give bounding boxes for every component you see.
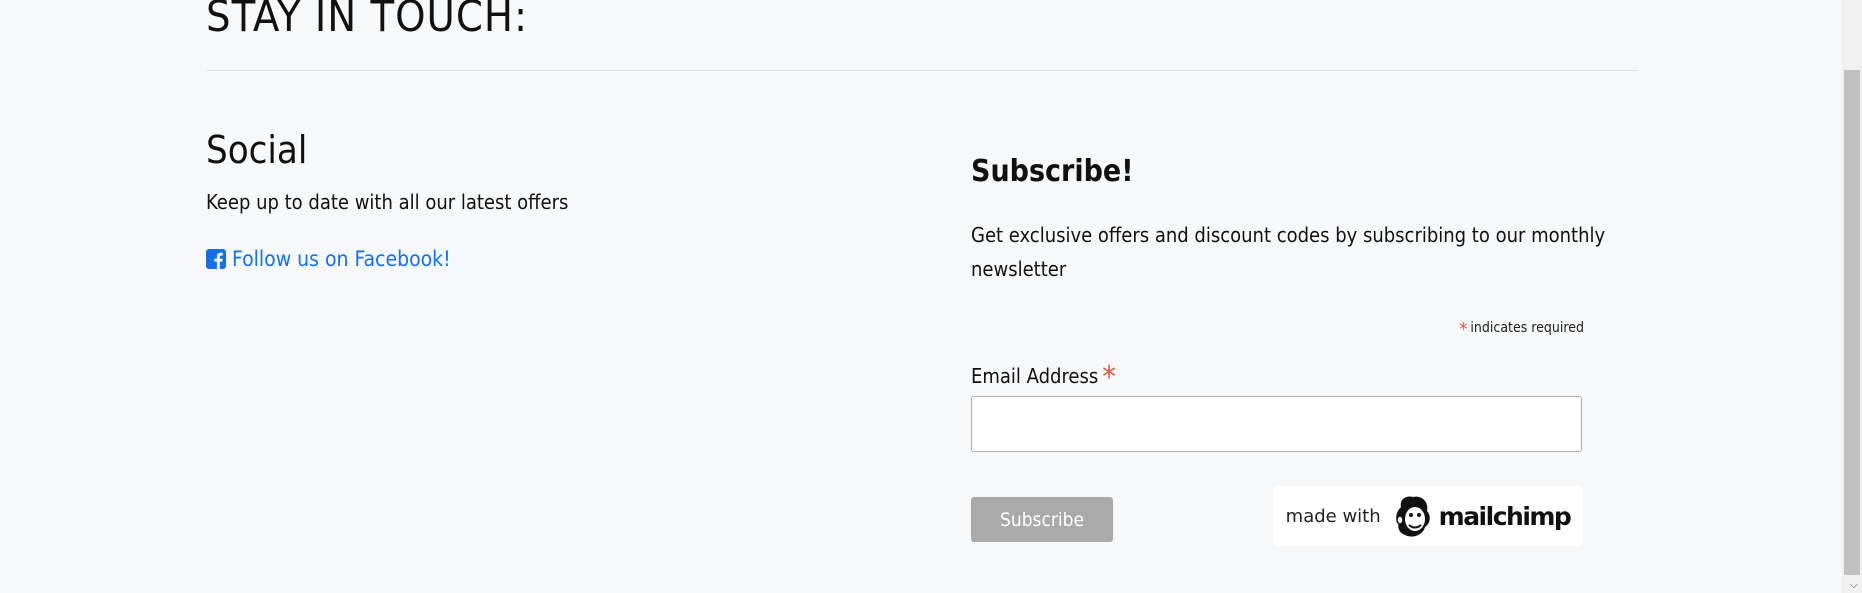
required-note-text: indicates required: [1470, 320, 1584, 336]
subscribe-button[interactable]: Subscribe: [971, 497, 1113, 542]
facebook-link-label: Follow us on Facebook!: [232, 247, 451, 271]
mailchimp-badge[interactable]: made with mailchimp: [1273, 486, 1583, 546]
email-label-text: Email Address: [971, 364, 1099, 388]
mailchimp-wordmark: mailchimp: [1438, 501, 1572, 531]
divider: [206, 70, 1638, 71]
facebook-link[interactable]: Follow us on Facebook!: [206, 247, 451, 271]
scrollbar[interactable]: ⌵: [1842, 0, 1862, 593]
subscribe-heading: Subscribe!: [971, 154, 1134, 189]
mailchimp-freddie-icon: [1391, 493, 1435, 539]
social-description: Keep up to date with all our latest offe…: [206, 190, 569, 214]
required-asterisk: *: [1459, 319, 1468, 340]
social-heading: Social: [206, 128, 308, 172]
made-with-text: made with: [1285, 505, 1381, 527]
email-input[interactable]: [971, 396, 1582, 452]
scrollbar-thumb[interactable]: [1844, 70, 1860, 575]
facebook-icon: [206, 249, 226, 269]
email-label: Email Address *: [971, 356, 1116, 395]
email-required-asterisk: *: [1102, 360, 1116, 395]
page-title: STAY IN TOUCH:: [206, 0, 529, 42]
required-note: * indicates required: [1420, 316, 1584, 340]
subscribe-description: Get exclusive offers and discount codes …: [971, 223, 1606, 281]
scroll-down-arrow-icon[interactable]: ⌵: [1850, 579, 1858, 591]
